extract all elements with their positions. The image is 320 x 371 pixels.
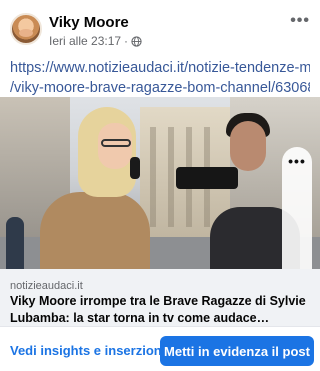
video-frame-camera [176,167,238,189]
video-player[interactable]: ••• [0,97,320,269]
insights-link[interactable]: Vedi insights e inserzioni [10,343,165,358]
post-timestamp[interactable]: Ieri alle 23:17 [49,34,121,48]
video-frame-reporter-glasses [101,139,131,147]
link-preview-domain: notizieaudaci.it [10,280,83,292]
avatar[interactable] [10,13,42,45]
video-frame-passerby [6,217,24,269]
video-frame-reporter-coat [40,192,150,269]
link-preview-headline[interactable]: Viky Moore irrompe tra le Brave Ragazze … [10,293,312,327]
post-header: Viky Moore Ieri alle 23:17 · ••• [0,0,320,52]
video-more-icon[interactable]: ••• [282,153,312,169]
video-frame-cameraman-head [230,121,266,171]
post-link-line-2[interactable]: /viky-moore-brave-ragazze-bom-channel/63… [10,78,310,98]
post-link[interactable]: https://www.notizieaudaci.it/notizie-ten… [10,58,310,98]
author-name[interactable]: Viky Moore [49,14,129,31]
post-actions: Vedi insights e inserzioni Metti in evid… [0,327,320,371]
globe-icon [131,35,142,47]
post-meta: Ieri alle 23:17 · [49,34,142,48]
boost-post-button[interactable]: Metti in evidenza il post [160,336,314,366]
video-controls: ••• [282,147,312,269]
video-frame-microphone [130,157,140,179]
post-link-line-1[interactable]: https://www.notizieaudaci.it/notizie-ten… [10,58,310,78]
link-preview[interactable]: notizieaudaci.it Viky Moore irrompe tra … [0,269,320,327]
meta-separator: · [124,34,129,48]
more-options-icon[interactable]: ••• [290,12,310,30]
